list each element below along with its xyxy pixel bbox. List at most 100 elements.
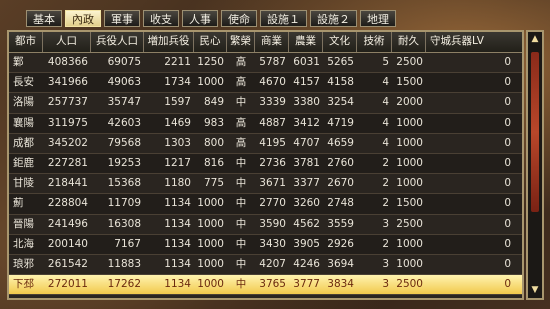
- table-cell: 35747: [107, 96, 141, 109]
- table-cell: 1000: [396, 136, 423, 149]
- table-row[interactable]: 薊 228804 11709 1134 1000 中 2770 3260 2748 2 1500 0: [9, 194, 522, 215]
- table-body: 鄴 408366 69075 2211 1250 高 5787 6031 5265 5 2500 0 長…: [9, 53, 522, 298]
- tab-7[interactable]: 設施２: [310, 10, 357, 27]
- column-header[interactable]: 民心: [194, 32, 227, 52]
- table-cell: 1000: [197, 76, 224, 89]
- table-cell: 1250: [197, 56, 224, 68]
- table-cell: 200140: [47, 237, 88, 250]
- table-row[interactable]: 襄陽 311975 42603 1469 983 高 4887 3412 4719 4 1000 0: [9, 113, 522, 134]
- table-cell: 261542: [47, 257, 88, 270]
- table-cell: 洛陽: [13, 96, 34, 109]
- column-header[interactable]: 守城兵器LV: [426, 32, 514, 52]
- table-cell: 228804: [47, 197, 88, 210]
- table-cell: 3380: [293, 96, 320, 109]
- table-row[interactable]: 鉅鹿 227281 19253 1217 816 中 2736 3781 2760 2 1000 0: [9, 153, 522, 175]
- table-cell: 中: [235, 96, 247, 109]
- table-cell: 4: [382, 116, 389, 129]
- table-row[interactable]: 洛陽 257737 35747 1597 849 中 3339 3380 3254 4 2000 0: [9, 93, 522, 114]
- column-header[interactable]: 商業: [255, 32, 289, 52]
- table-row[interactable]: 甘陵 218441 15368 1180 775 中 3671 3377 2670 2 1000 0: [9, 174, 522, 195]
- tab-6[interactable]: 設施１: [260, 10, 307, 27]
- table-cell: 983: [203, 116, 224, 129]
- tab-2[interactable]: 軍事: [104, 10, 140, 27]
- table-row[interactable]: 濟北2625842951211341000中551342833770210000: [9, 295, 522, 298]
- column-header[interactable]: 増加兵役: [144, 32, 194, 52]
- table-row[interactable]: 琅邪 261542 11883 1134 1000 中 4207 4246 3694 3 1000 0: [9, 254, 522, 276]
- table-cell: 2926: [327, 237, 354, 250]
- column-header[interactable]: 文化: [323, 32, 357, 52]
- table-cell: 5: [382, 56, 389, 68]
- table-cell: 4158: [327, 76, 354, 89]
- table-cell: 19253: [107, 156, 141, 169]
- table-cell: 341966: [47, 76, 88, 89]
- table-cell: 成都: [13, 136, 34, 149]
- table-cell: 鉅鹿: [13, 156, 34, 169]
- table-cell: 3590: [259, 217, 286, 230]
- table-cell: 0: [504, 156, 511, 169]
- table-cell: 0: [504, 177, 511, 190]
- table-row[interactable]: 北海 200140 7167 1134 1000 中 3430 3905 2926 2 1000 0: [9, 234, 522, 255]
- table-cell: 3694: [327, 257, 354, 270]
- tab-5[interactable]: 使命: [221, 10, 257, 27]
- table-cell: 2500: [396, 278, 423, 291]
- table-cell: 2: [382, 237, 389, 250]
- table-row[interactable]: 晉陽 241496 16308 1134 1000 中 3590 4562 3559 3 2500 0: [9, 214, 522, 235]
- tab-4[interactable]: 人事: [182, 10, 218, 27]
- table-cell: 1000: [396, 237, 423, 250]
- tab-0[interactable]: 基本: [26, 10, 62, 27]
- table-cell: 3777: [293, 278, 320, 291]
- scroll-up-icon[interactable]: ▲: [530, 35, 540, 44]
- table-cell: 79568: [107, 136, 141, 149]
- column-header[interactable]: 都市: [9, 32, 43, 52]
- table-row[interactable]: 鄴 408366 69075 2211 1250 高 5787 6031 5265 5 2500 0: [9, 53, 522, 74]
- table-cell: 311975: [47, 116, 88, 129]
- tab-8[interactable]: 地理: [360, 10, 396, 27]
- scroll-down-icon[interactable]: ▼: [530, 286, 540, 295]
- tab-bar: 基本 內政 軍事 收支 人事 使命 設施１ 設施２ 地理: [26, 10, 396, 27]
- table-cell: 4887: [259, 116, 286, 129]
- column-header[interactable]: 農業: [289, 32, 323, 52]
- table-cell: 0: [504, 76, 511, 89]
- table-cell: 42603: [107, 116, 141, 129]
- column-header[interactable]: 兵役人口: [91, 32, 144, 52]
- table-cell: 高: [235, 136, 247, 149]
- table-cell: 鄴: [13, 56, 24, 68]
- table-cell: 3671: [259, 177, 286, 190]
- table-cell: 1134: [164, 217, 191, 230]
- table-row[interactable]: 成都 345202 79568 1303 800 高 4195 4707 4659 4 1000 0: [9, 133, 522, 154]
- table-cell: 長安: [13, 76, 34, 89]
- table-cell: 0: [504, 56, 511, 68]
- column-header[interactable]: 人口: [43, 32, 91, 52]
- table-cell: 1303: [164, 136, 191, 149]
- table-cell: 薊: [13, 197, 24, 210]
- table-cell: 1000: [197, 237, 224, 250]
- table-cell: 2670: [327, 177, 354, 190]
- table-cell: 北海: [13, 237, 34, 250]
- scrollbar[interactable]: ▲ ▼: [526, 30, 544, 300]
- column-header[interactable]: 耐久: [392, 32, 426, 52]
- table-cell: 3254: [327, 96, 354, 109]
- table-cell: 下邳: [13, 278, 34, 291]
- table-cell: 29512: [91, 295, 144, 298]
- table-cell: 高: [235, 116, 247, 129]
- table-cell: 345202: [47, 136, 88, 149]
- table-cell: 1134: [164, 278, 191, 291]
- table-cell: 816: [203, 156, 224, 169]
- table-row[interactable]: 長安 341966 49063 1734 1000 高 4670 4157 4158 4 1500 0: [9, 73, 522, 94]
- column-header[interactable]: 繁榮: [227, 32, 255, 52]
- table-cell: 0: [504, 197, 511, 210]
- table-cell: 4562: [293, 217, 320, 230]
- scroll-thumb[interactable]: [531, 52, 539, 212]
- tab-1[interactable]: 內政: [65, 10, 101, 27]
- table-cell: 1217: [164, 156, 191, 169]
- table-cell: 1134: [164, 197, 191, 210]
- table-cell: 4: [382, 136, 389, 149]
- table-row[interactable]: 下邳 272011 17262 1134 1000 中 3765 3777 3834 3 2500 0: [9, 275, 522, 296]
- table-cell: 3430: [259, 237, 286, 250]
- table-cell: 高: [235, 56, 247, 68]
- table-cell: 2: [382, 177, 389, 190]
- table-cell: 中: [235, 197, 247, 210]
- table-cell: 0: [426, 295, 514, 298]
- tab-3[interactable]: 收支: [143, 10, 179, 27]
- column-header[interactable]: 技術: [357, 32, 392, 52]
